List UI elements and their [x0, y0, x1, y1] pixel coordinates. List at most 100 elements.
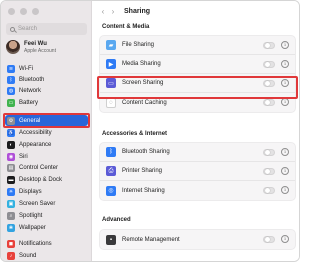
- row-bluetooth-sharing: ᛒ Bluetooth Sharing i: [100, 143, 295, 162]
- highlight-box-screen-sharing: [97, 76, 298, 99]
- sidebar-item-screen-saver[interactable]: ▣ Screen Saver: [5, 198, 88, 209]
- search-icon: [10, 26, 15, 32]
- sidebar-item-accessibility[interactable]: ♿ Accessibility: [5, 127, 88, 138]
- wifi-icon: ≋: [7, 64, 15, 73]
- siri-icon: ◉: [7, 152, 15, 161]
- zoom-button[interactable]: [32, 8, 39, 15]
- sidebar-item-network[interactable]: ◍ Network: [5, 85, 88, 96]
- settings-group: ▰ File Sharing i ▶ Media Sharing i ▭ Screen Sha…: [99, 35, 296, 113]
- minimize-button[interactable]: [20, 8, 27, 15]
- close-button[interactable]: [8, 8, 15, 15]
- row-media-sharing: ▶ Media Sharing i: [100, 55, 295, 74]
- window-controls: [8, 8, 39, 15]
- sidebar-item-siri[interactable]: ◉ Siri: [5, 151, 88, 162]
- row-remote-management: ▪ Remote Management i: [100, 230, 295, 249]
- sound-icon: ♪: [7, 251, 15, 260]
- sidebar-item-label: Siri: [19, 153, 28, 160]
- row-file-sharing: ▰ File Sharing i: [100, 36, 295, 55]
- internet-sharing-icon: ◎: [106, 185, 116, 196]
- sidebar-item-label: Control Center: [19, 164, 59, 171]
- sidebar-item-label: Accessibility: [19, 129, 52, 136]
- sidebar-item-sound[interactable]: ♪ Sound: [5, 250, 88, 261]
- spotlight-icon: ⌕: [7, 211, 15, 220]
- sidebar-item-label: Notifications: [19, 240, 52, 247]
- toggle-switch[interactable]: [263, 42, 275, 49]
- sidebar-item-label: Sound: [19, 252, 37, 259]
- sidebar-item-label: Battery: [19, 99, 39, 106]
- sidebar-item-battery[interactable]: ▭ Battery: [5, 97, 88, 108]
- sidebar-item-label: Wi-Fi: [19, 65, 33, 72]
- info-icon[interactable]: i: [281, 235, 289, 243]
- page-title: Sharing: [124, 7, 151, 15]
- settings-group: ▪ Remote Management i: [99, 229, 296, 250]
- folder-icon: ▰: [106, 40, 116, 50]
- sidebar-item-label: Screen Saver: [19, 200, 56, 207]
- sidebar: Search Feei Wu Apple Account ≋ Wi-Fi ᛒ Blue…: [1, 1, 92, 261]
- info-icon[interactable]: i: [281, 98, 289, 106]
- sidebar-item-wi-fi[interactable]: ≋ Wi-Fi: [5, 63, 88, 74]
- apple-account[interactable]: Feei Wu Apple Account: [6, 40, 56, 54]
- highlight-box-general: [3, 113, 90, 128]
- printer-icon: ⎙: [106, 166, 116, 176]
- account-subtitle: Apple Account: [24, 47, 56, 54]
- account-name: Feei Wu: [24, 40, 47, 47]
- sidebar-item-label: Bluetooth: [19, 76, 45, 83]
- info-icon[interactable]: i: [281, 41, 289, 49]
- row-label: Remote Management: [122, 236, 180, 243]
- row-label: Bluetooth Sharing: [122, 149, 170, 155]
- screen-saver-icon: ▣: [7, 199, 15, 208]
- search-input[interactable]: Search: [6, 23, 87, 35]
- toggle-switch[interactable]: [263, 168, 275, 175]
- sidebar-item-desktop-dock[interactable]: ▬ Desktop & Dock: [5, 174, 88, 185]
- avatar: [6, 40, 20, 54]
- info-icon[interactable]: i: [281, 60, 289, 68]
- info-icon[interactable]: i: [281, 148, 289, 156]
- row-label: Content Caching: [122, 99, 167, 106]
- sidebar-item-label: Spotlight: [19, 212, 43, 219]
- info-icon[interactable]: i: [281, 186, 289, 194]
- sidebar-item-label: Displays: [19, 188, 42, 195]
- bluetooth-icon: ᛒ: [7, 75, 15, 84]
- accessibility-icon: ♿: [7, 128, 15, 137]
- sidebar-item-label: Appearance: [19, 141, 52, 148]
- media-icon: ▶: [106, 59, 116, 69]
- sidebar-item-notifications[interactable]: ◼ Notifications: [5, 238, 88, 249]
- settings-window: Search Feei Wu Apple Account ≋ Wi-Fi ᛒ Blue…: [0, 0, 300, 262]
- row-printer-sharing: ⎙ Printer Sharing i: [100, 162, 295, 181]
- back-button[interactable]: ‹: [98, 7, 108, 16]
- row-label: File Sharing: [122, 42, 155, 48]
- settings-group: ᛒ Bluetooth Sharing i ⎙ Printer Sharing i ◎ Int…: [99, 142, 296, 201]
- bluetooth-sharing-icon: ᛒ: [106, 147, 116, 157]
- sidebar-item-control-center[interactable]: ▤ Control Center: [5, 162, 88, 173]
- notifications-icon: ◼: [7, 239, 15, 248]
- sidebar-item-spotlight[interactable]: ⌕ Spotlight: [5, 210, 88, 221]
- search-placeholder: Search: [18, 26, 38, 32]
- row-internet-sharing: ◎ Internet Sharing i: [100, 181, 295, 200]
- info-icon[interactable]: i: [281, 167, 289, 175]
- sidebar-item-label: Network: [19, 87, 42, 94]
- row-label: Internet Sharing: [122, 187, 165, 194]
- forward-button[interactable]: ›: [108, 7, 118, 16]
- toggle-switch[interactable]: [263, 61, 275, 68]
- sidebar-item-wallpaper[interactable]: ❀ Wallpaper: [5, 222, 88, 233]
- section-title: Advanced: [102, 217, 131, 223]
- toggle-switch[interactable]: [263, 149, 275, 156]
- network-icon: ◍: [7, 86, 15, 95]
- toggle-switch[interactable]: [263, 236, 275, 243]
- sidebar-item-label: Wallpaper: [19, 224, 46, 231]
- display-icon: ☀: [7, 187, 15, 196]
- section-title: Accessories & Internet: [102, 131, 168, 137]
- toolbar: ‹ › Sharing: [92, 1, 299, 21]
- battery-icon: ▭: [7, 98, 15, 107]
- row-label: Media Sharing: [122, 61, 161, 67]
- sidebar-item-displays[interactable]: ☀ Displays: [5, 186, 88, 197]
- sidebar-item-appearance[interactable]: ◐ Appearance: [5, 139, 88, 150]
- row-label: Printer Sharing: [122, 168, 163, 174]
- sidebar-item-bluetooth[interactable]: ᛒ Bluetooth: [5, 74, 88, 85]
- toggle-switch[interactable]: [263, 187, 275, 194]
- remote-management-icon: ▪: [106, 234, 116, 245]
- content-caching-icon: ◌: [106, 97, 116, 108]
- section-title: Content & Media: [102, 24, 150, 30]
- main-pane: ‹ › Sharing Content & Media ▰ File Sharing…: [92, 1, 299, 261]
- toggle-switch[interactable]: [263, 99, 275, 106]
